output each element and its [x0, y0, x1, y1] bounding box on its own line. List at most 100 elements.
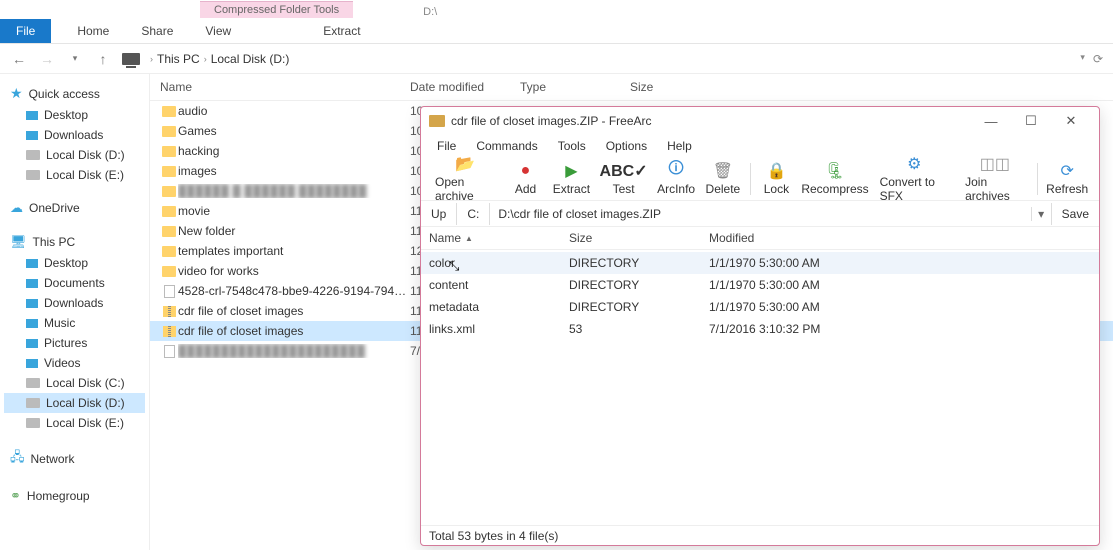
menu-help[interactable]: Help: [659, 137, 700, 155]
entry-name: content: [429, 278, 569, 292]
homegroup[interactable]: ⚭Homegroup: [4, 485, 145, 507]
file-name: ██████████████████████: [178, 344, 410, 358]
network[interactable]: 🖧Network: [4, 445, 145, 473]
separator: [750, 163, 751, 195]
entry-modified: 7/1/2016 3:10:32 PM: [709, 322, 889, 336]
nav-item[interactable]: Music: [4, 313, 145, 333]
this-pc[interactable]: 🖥This PC: [4, 231, 145, 253]
folder-icon: [26, 359, 38, 368]
path-input[interactable]: D:\cdr file of closet images.ZIP: [490, 203, 1030, 225]
join-icon: ◫◫: [980, 155, 1010, 173]
nav-item[interactable]: Downloads: [4, 125, 145, 145]
menu-options[interactable]: Options: [598, 137, 655, 155]
folder-icon: [160, 166, 178, 177]
col-date[interactable]: Date modified: [410, 80, 520, 94]
file-name: New folder: [178, 224, 410, 238]
quick-access[interactable]: ★Quick access: [4, 82, 145, 105]
recompress-button[interactable]: 🗜Recompress: [798, 160, 871, 198]
archive-row[interactable]: links.xml537/1/2016 3:10:32 PM: [421, 318, 1099, 340]
file-name: Games: [178, 124, 410, 138]
address-dropdown-icon[interactable]: ▾: [1080, 52, 1085, 66]
view-tab[interactable]: View: [189, 19, 247, 43]
folder-icon: [160, 106, 178, 117]
back-button[interactable]: ←: [10, 51, 28, 67]
delete-button[interactable]: 🗑Delete: [700, 160, 745, 198]
file-name: 4528-crl-7548c478-bbe9-4226-9194-7945...: [178, 284, 410, 298]
extract-tab[interactable]: Extract: [307, 19, 376, 43]
sort-asc-icon: ▲: [465, 234, 473, 243]
path-dropdown-icon[interactable]: ▾: [1031, 207, 1051, 221]
onedrive[interactable]: ☁OneDrive: [4, 197, 145, 219]
col-modified[interactable]: Modified: [709, 231, 889, 245]
ribbon-context-tab[interactable]: Compressed Folder Tools: [200, 1, 353, 18]
entry-modified: 1/1/1970 5:30:00 AM: [709, 300, 889, 314]
pc-icon: 🖥: [10, 234, 27, 250]
test-icon: ABC✓: [600, 162, 648, 180]
forward-button[interactable]: →: [38, 51, 56, 67]
open-button[interactable]: 📂Open archive: [427, 153, 504, 205]
breadcrumb-item[interactable]: Local Disk (D:): [211, 52, 290, 66]
archive-row[interactable]: metadataDIRECTORY1/1/1970 5:30:00 AM: [421, 296, 1099, 318]
home-tab[interactable]: Home: [61, 19, 125, 43]
nav-item[interactable]: Desktop: [4, 105, 145, 125]
menu-tools[interactable]: Tools: [550, 137, 594, 155]
lock-button[interactable]: 🔒Lock: [754, 160, 798, 198]
col-name[interactable]: Name: [160, 80, 410, 94]
nav-item[interactable]: Desktop: [4, 253, 145, 273]
file-name: templates important: [178, 244, 410, 258]
entry-size: 53: [569, 322, 709, 336]
entry-size: DIRECTORY: [569, 278, 709, 292]
nav-item[interactable]: Local Disk (D:): [4, 145, 145, 165]
folder-icon: [26, 279, 38, 288]
folder-icon: [26, 259, 38, 268]
file-name: audio: [178, 104, 410, 118]
arcinfo-icon: 🛈: [668, 162, 684, 180]
sfx-button[interactable]: ⚙Convert to SFX: [872, 153, 958, 205]
refresh-button[interactable]: ⟳Refresh: [1041, 160, 1093, 198]
maximize-button[interactable]: ☐: [1011, 113, 1051, 129]
nav-item[interactable]: Local Disk (E:): [4, 413, 145, 433]
nav-item[interactable]: Local Disk (D:): [4, 393, 145, 413]
close-button[interactable]: ✕: [1051, 113, 1091, 129]
file-tab[interactable]: File: [0, 19, 51, 43]
up-button[interactable]: ↑: [94, 51, 112, 67]
nav-item[interactable]: Documents: [4, 273, 145, 293]
entry-size: DIRECTORY: [569, 300, 709, 314]
file-name: ██████ █ ██████ ████████: [178, 184, 410, 198]
nav-item[interactable]: Pictures: [4, 333, 145, 353]
minimize-button[interactable]: —: [971, 114, 1011, 129]
add-button[interactable]: ●Add: [504, 160, 548, 198]
col-name[interactable]: Name▲: [429, 231, 569, 245]
nav-item[interactable]: Local Disk (E:): [4, 165, 145, 185]
breadcrumb[interactable]: › This PC › Local Disk (D:): [150, 52, 289, 66]
recent-dropdown[interactable]: ▾: [66, 53, 84, 64]
refresh-icon[interactable]: ⟳: [1093, 52, 1103, 66]
col-size[interactable]: Size: [569, 231, 709, 245]
nav-item[interactable]: Downloads: [4, 293, 145, 313]
up-button[interactable]: Up: [421, 203, 457, 225]
title-bar[interactable]: cdr file of closet images.ZIP - FreeArc …: [421, 107, 1099, 135]
folder-icon: [26, 319, 38, 328]
folder-icon: [160, 146, 178, 157]
refresh-icon: ⟳: [1060, 162, 1073, 180]
join-button[interactable]: ◫◫Join archives: [957, 153, 1032, 205]
ribbon-context-row: Compressed Folder Tools D:\: [0, 0, 1113, 18]
file-name: movie: [178, 204, 410, 218]
share-tab[interactable]: Share: [125, 19, 189, 43]
col-size[interactable]: Size: [630, 80, 710, 94]
file-icon: [160, 285, 178, 298]
breadcrumb-item[interactable]: This PC: [157, 52, 200, 66]
title-path-hint: D:\: [423, 6, 437, 18]
arcinfo-button[interactable]: 🛈ArcInfo: [652, 160, 700, 198]
archive-row[interactable]: contentDIRECTORY1/1/1970 5:30:00 AM: [421, 274, 1099, 296]
save-button[interactable]: Save: [1051, 203, 1099, 225]
nav-item[interactable]: Local Disk (C:): [4, 373, 145, 393]
col-type[interactable]: Type: [520, 80, 630, 94]
archive-row[interactable]: colorDIRECTORY1/1/1970 5:30:00 AM: [421, 252, 1099, 274]
entry-modified: 1/1/1970 5:30:00 AM: [709, 278, 889, 292]
test-button[interactable]: ABC✓Test: [595, 160, 652, 198]
column-headers: Name Date modified Type Size: [150, 74, 1113, 101]
drive-button[interactable]: C:: [457, 203, 490, 225]
extract-button[interactable]: ▶Extract: [548, 160, 596, 198]
nav-item[interactable]: Videos: [4, 353, 145, 373]
